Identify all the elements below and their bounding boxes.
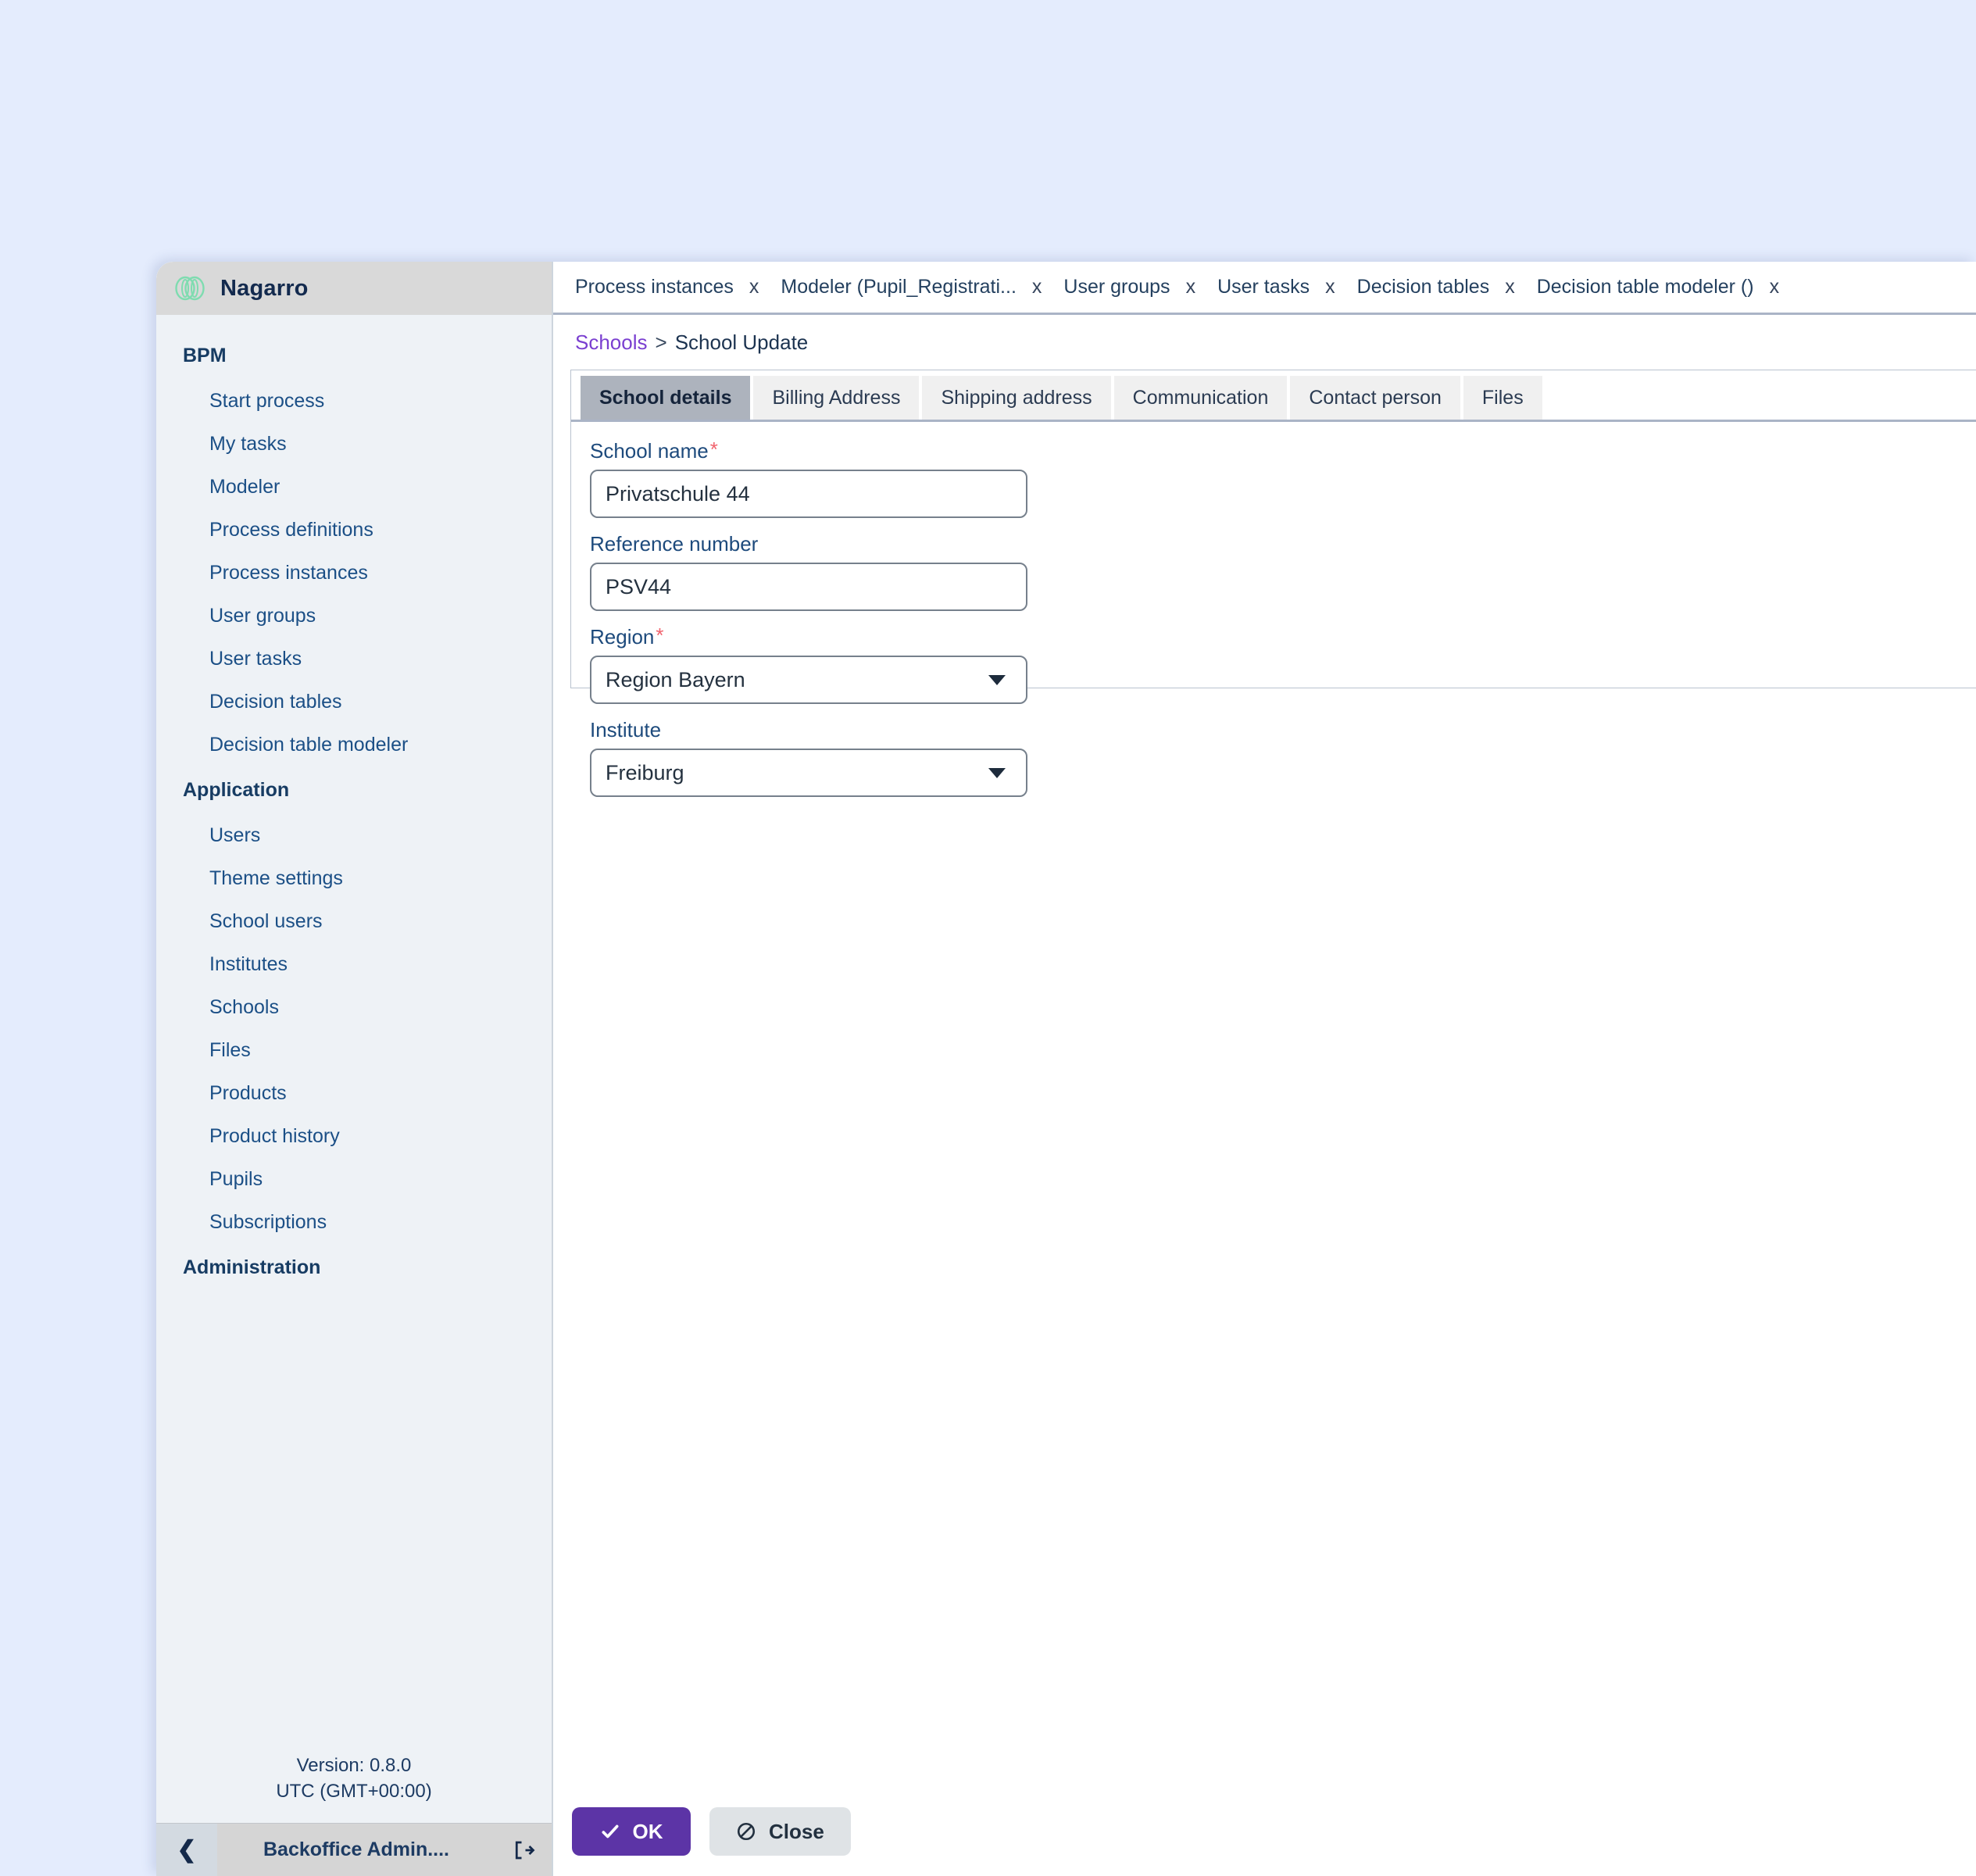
sidebar-header: Nagarro [156, 262, 552, 315]
chevron-down-icon [988, 767, 1006, 778]
breadcrumb-separator: > [655, 330, 667, 354]
current-user-label: Backoffice Admin.... [263, 1838, 449, 1860]
chevron-down-icon [988, 674, 1006, 685]
sidebar-item-files[interactable]: Files [156, 1029, 552, 1072]
nav-group-title-bpm: BPM [183, 345, 227, 366]
school-name-input[interactable]: Privatschule 44 [590, 470, 1027, 518]
nav-group-title-administration: Administration [183, 1256, 321, 1278]
app-tab-user-groups[interactable]: User groups x [1059, 262, 1213, 313]
ok-button-label: OK [632, 1819, 663, 1843]
sidebar-item-user-groups[interactable]: User groups [156, 595, 552, 638]
close-button-label: Close [769, 1819, 824, 1843]
sidebar-item-user-tasks[interactable]: User tasks [156, 638, 552, 681]
institute-select[interactable]: Freiburg [590, 749, 1027, 797]
close-icon[interactable]: x [1314, 276, 1352, 298]
tab-school-details[interactable]: School details [581, 376, 751, 420]
label-institute: Institute [590, 718, 1976, 742]
close-icon[interactable]: x [1759, 276, 1797, 298]
field-school-name: School name * Privatschule 44 [590, 439, 1976, 518]
sidebar-footer: ❮ Backoffice Admin.... [156, 1823, 552, 1876]
region-select[interactable]: Region Bayern [590, 656, 1027, 704]
sidebar-item-school-users[interactable]: School users [156, 900, 552, 943]
chevron-left-icon[interactable]: ❮ [156, 1824, 217, 1876]
app-tab-process-instances[interactable]: Process instances x [570, 262, 776, 313]
sidebar-item-decision-tables[interactable]: Decision tables [156, 681, 552, 724]
close-icon[interactable]: x [738, 276, 777, 298]
close-icon[interactable]: x [1494, 276, 1532, 298]
institute-selected-value: Freiburg [606, 760, 684, 784]
sidebar-item-products[interactable]: Products [156, 1072, 552, 1115]
detail-panel: School details Billing Address Shipping … [570, 370, 1976, 797]
label-text: Region [590, 625, 655, 649]
check-icon [601, 1824, 619, 1838]
field-region: Region * Region Bayern [590, 625, 1976, 704]
field-institute: Institute Freiburg [590, 718, 1976, 797]
sidebar-item-institutes[interactable]: Institutes [156, 943, 552, 986]
app-tab-label: User groups [1063, 276, 1170, 298]
breadcrumb-link-schools[interactable]: Schools [575, 331, 648, 355]
app-window: Nagarro BPM Start process My tasks Model… [156, 262, 1976, 1876]
sidebar-item-subscriptions[interactable]: Subscriptions [156, 1201, 552, 1244]
required-marker: * [656, 624, 664, 647]
sidebar-item-pupils[interactable]: Pupils [156, 1158, 552, 1201]
main-content: Process instances x Modeler (Pupil_Regis… [553, 262, 1976, 1876]
version-label: Version: 0.8.0 [296, 1755, 412, 1777]
ok-button[interactable]: OK [572, 1807, 691, 1856]
region-selected-value: Region Bayern [606, 667, 745, 691]
sidebar-item-modeler[interactable]: Modeler [156, 466, 552, 509]
label-reference-number: Reference number [590, 532, 1976, 556]
reference-number-input[interactable]: PSV44 [590, 563, 1027, 611]
required-marker: * [709, 438, 718, 461]
label-school-name: School name * [590, 439, 1976, 463]
logout-icon[interactable] [495, 1838, 552, 1862]
label-region: Region * [590, 625, 1976, 649]
app-tab-user-tasks[interactable]: User tasks x [1213, 262, 1352, 313]
app-tab-label: Process instances [575, 276, 734, 298]
sidebar-nav: BPM Start process My tasks Modeler Proce… [156, 315, 552, 1753]
sidebar-item-process-instances[interactable]: Process instances [156, 552, 552, 595]
tab-communication[interactable]: Communication [1113, 376, 1288, 420]
app-tab-label: User tasks [1217, 276, 1310, 298]
tab-shipping-address[interactable]: Shipping address [922, 376, 1111, 420]
timezone-label: UTC (GMT+00:00) [276, 1780, 432, 1802]
sidebar-item-product-history[interactable]: Product history [156, 1115, 552, 1158]
breadcrumb: Schools > School Update [553, 315, 1976, 370]
tab-billing-address[interactable]: Billing Address [753, 376, 920, 420]
close-icon[interactable]: x [1175, 276, 1213, 298]
app-tab-modeler[interactable]: Modeler (Pupil_Registrati... x [776, 262, 1059, 313]
sidebar-item-my-tasks[interactable]: My tasks [156, 423, 552, 466]
sidebar-meta: Version: 0.8.0 UTC (GMT+00:00) [156, 1753, 552, 1823]
app-tab-label: Decision table modeler () [1536, 276, 1754, 298]
sidebar-item-process-definitions[interactable]: Process definitions [156, 509, 552, 552]
page-title: School Update [674, 330, 809, 354]
close-button[interactable]: Close [709, 1807, 851, 1856]
label-text: School name [590, 439, 709, 463]
field-reference-number: Reference number PSV44 [590, 532, 1976, 611]
sidebar-item-schools[interactable]: Schools [156, 986, 552, 1029]
detail-tab-bar: School details Billing Address Shipping … [571, 370, 1976, 422]
action-bar: OK Close [553, 1807, 851, 1856]
app-tab-decision-tables[interactable]: Decision tables x [1352, 262, 1532, 313]
app-tab-decision-table-modeler[interactable]: Decision table modeler () x [1532, 262, 1796, 313]
tab-contact-person[interactable]: Contact person [1290, 376, 1460, 420]
tab-files[interactable]: Files [1463, 376, 1542, 420]
nagarro-loops-icon [175, 276, 205, 301]
label-text: Reference number [590, 532, 759, 556]
sidebar: Nagarro BPM Start process My tasks Model… [156, 262, 553, 1876]
sidebar-item-users[interactable]: Users [156, 814, 552, 857]
nav-group-title-application: Application [183, 779, 290, 801]
app-tab-label: Modeler (Pupil_Registrati... [781, 276, 1017, 298]
sidebar-item-theme-settings[interactable]: Theme settings [156, 857, 552, 900]
school-details-form: School name * Privatschule 44 Reference … [571, 422, 1976, 811]
sidebar-item-start-process[interactable]: Start process [156, 380, 552, 423]
sidebar-item-decision-table-modeler[interactable]: Decision table modeler [156, 724, 552, 766]
ban-icon [737, 1822, 756, 1841]
label-text: Institute [590, 718, 662, 741]
brand-name: Nagarro [220, 275, 309, 301]
app-tab-label: Decision tables [1356, 276, 1490, 298]
close-icon[interactable]: x [1021, 276, 1059, 298]
app-tab-bar: Process instances x Modeler (Pupil_Regis… [553, 262, 1976, 315]
